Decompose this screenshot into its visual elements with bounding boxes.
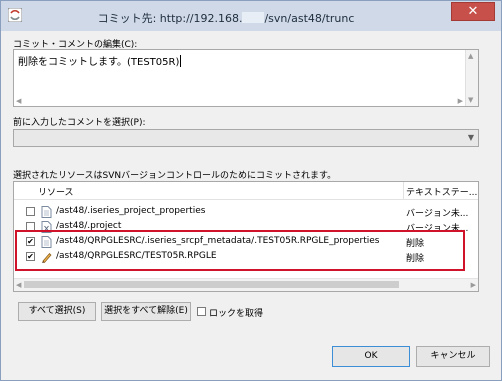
row-status: バージョン未... [406, 209, 469, 219]
file-icon [41, 206, 52, 218]
close-button[interactable]: ✕ [451, 2, 495, 21]
svn-app-icon [8, 8, 22, 22]
scrollbar-thumb[interactable] [24, 281, 399, 288]
title-suffix: /svn/ast48/trunc [264, 12, 355, 25]
resources-label: 選択されたリソースはSVNバージョンコントロールのためにコミットされます。 [13, 171, 337, 181]
window-title: コミット先: http://192.168. /svn/ast48/trunc [61, 10, 391, 26]
scroll-left-icon[interactable]: ◀ [16, 97, 21, 105]
scroll-right-icon[interactable]: ▶ [458, 97, 463, 105]
lock-label: ロックを取得 [209, 309, 264, 319]
comment-vertical-scrollbar[interactable]: ▲ ▼ [465, 50, 478, 106]
column-divider[interactable] [403, 182, 404, 199]
cancel-button[interactable]: キャンセル [416, 346, 490, 367]
title-masked-address [242, 12, 265, 23]
previous-comment-label: 前に入力したコメントを選択(P): [13, 118, 146, 128]
text-caret [180, 55, 182, 67]
deselect-all-button[interactable]: 選択をすべて解除(E) [101, 302, 191, 321]
scroll-right-icon[interactable]: ▶ [471, 281, 476, 289]
chevron-down-icon[interactable]: ▼ [468, 133, 474, 142]
title-bar[interactable]: コミット先: http://192.168. /svn/ast48/trunc ✕ [1, 1, 501, 31]
previous-comment-select[interactable]: ▼ [13, 129, 479, 147]
commit-dialog: コミット先: http://192.168. /svn/ast48/trunc ✕… [0, 0, 502, 381]
table-header: リソース テキストステー... [14, 182, 478, 200]
table-row[interactable]: /ast48/.iseries_project_properties バージョン… [14, 205, 478, 219]
table-horizontal-scrollbar[interactable]: ◀ ▶ [14, 278, 478, 291]
scroll-up-icon[interactable]: ▲ [468, 52, 473, 60]
title-prefix: コミット先: http://192.168. [97, 12, 243, 25]
ok-button[interactable]: OK [332, 346, 410, 367]
highlight-annotation [15, 230, 465, 271]
scroll-left-icon[interactable]: ◀ [16, 281, 21, 289]
lock-checkbox[interactable] [197, 307, 206, 316]
select-all-button[interactable]: すべて選択(S) [18, 302, 96, 321]
row-checkbox[interactable] [26, 207, 35, 216]
column-header-text-status[interactable]: テキストステー... [406, 185, 477, 198]
column-header-resource[interactable]: リソース [38, 185, 74, 198]
scroll-down-icon[interactable]: ▼ [468, 96, 473, 104]
comment-value: 削除をコミットします。(TEST05R) [18, 57, 180, 68]
comment-textarea[interactable]: 削除をコミットします。(TEST05R) ▲ ▼ ◀ ▶ [13, 49, 479, 107]
comment-text: 削除をコミットします。(TEST05R) [18, 53, 182, 68]
row-path: /ast48/.iseries_project_properties [56, 206, 206, 216]
